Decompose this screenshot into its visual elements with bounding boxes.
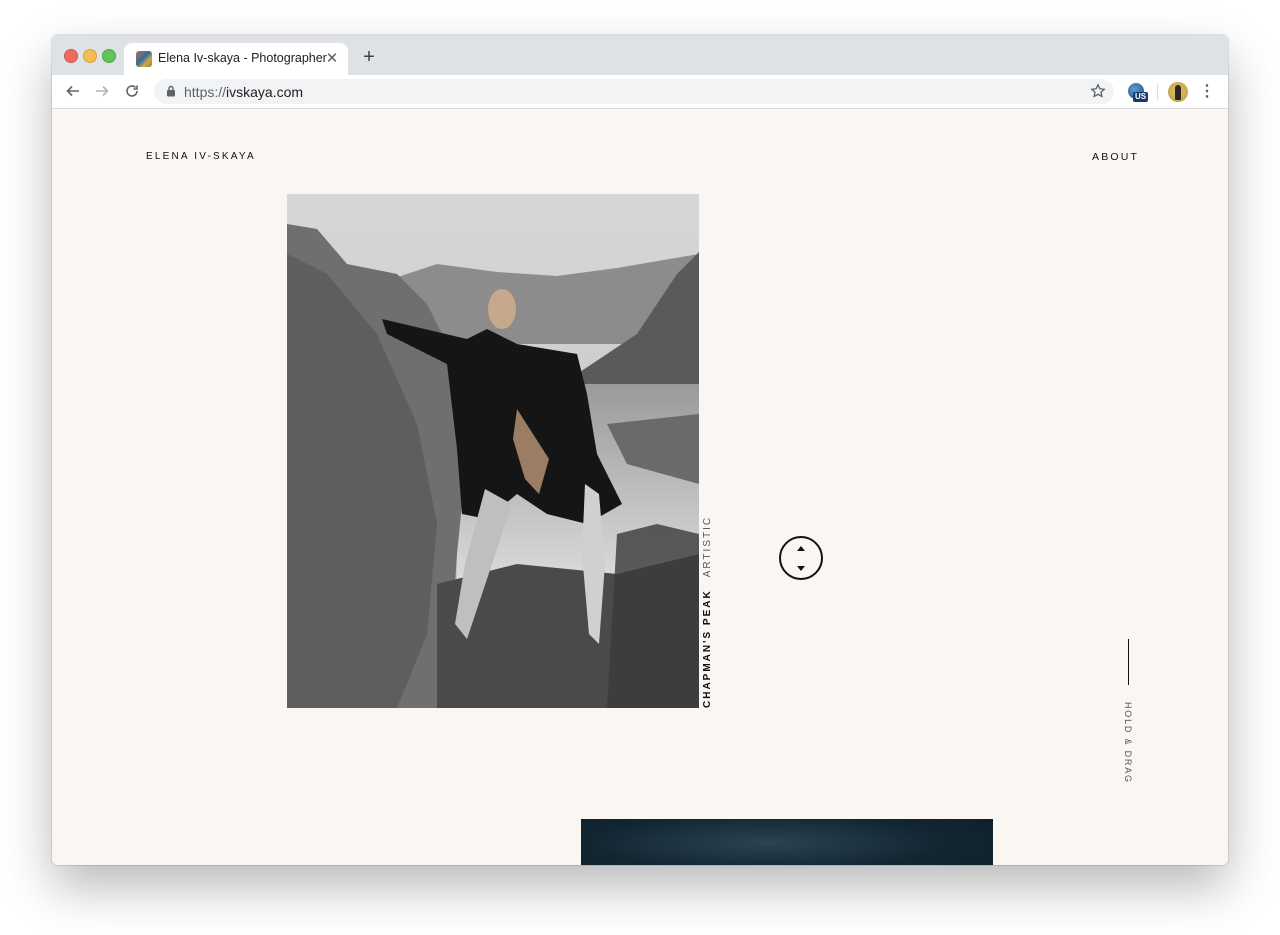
browser-window: Elena Iv-skaya - Photographer ✕ + https:… xyxy=(52,35,1228,865)
url-host: ivskaya.com xyxy=(226,84,304,100)
reload-button[interactable] xyxy=(121,80,143,102)
site-brand-link[interactable]: ELENA IV-SKAYA xyxy=(146,151,256,162)
extension-badge: US xyxy=(1133,92,1149,102)
kebab-icon[interactable]: ⋮ xyxy=(1198,83,1216,101)
featured-photo[interactable] xyxy=(287,194,699,708)
toolbar-divider xyxy=(1157,84,1158,100)
tab-title: Elena Iv-skaya - Photographer xyxy=(158,51,327,65)
hold-drag-label: HOLD & DRAG xyxy=(1123,702,1133,784)
arrow-left-icon xyxy=(66,85,79,97)
close-window-button[interactable] xyxy=(64,49,78,63)
tab-strip: Elena Iv-skaya - Photographer ✕ + xyxy=(52,35,1228,75)
scroll-up-down-control[interactable] xyxy=(779,536,823,580)
caret-up-icon xyxy=(797,546,805,551)
photo-caption[interactable]: CHAPMAN'S PEAK ARTISTIC xyxy=(702,516,713,708)
tab-close-icon[interactable]: ✕ xyxy=(322,49,342,69)
star-icon[interactable] xyxy=(1090,83,1106,99)
next-photo[interactable] xyxy=(581,819,993,865)
caption-title: CHAPMAN'S PEAK xyxy=(702,589,713,708)
url-scheme: https:// xyxy=(184,84,227,100)
about-link[interactable]: ABOUT xyxy=(1092,151,1139,163)
tab-active[interactable]: Elena Iv-skaya - Photographer ✕ xyxy=(124,43,348,75)
favicon-icon xyxy=(136,51,152,67)
browser-toolbar: https://ivskaya.com US ⋮ xyxy=(52,75,1228,109)
address-bar[interactable]: https://ivskaya.com xyxy=(154,79,1114,104)
vpn-extension-button[interactable]: US xyxy=(1128,83,1149,103)
page-content: ELENA IV-SKAYA ABOUT CHAPMAN'S PEAKARTIS… xyxy=(52,109,1228,865)
profile-avatar[interactable] xyxy=(1168,82,1188,102)
forward-button[interactable] xyxy=(91,80,113,102)
zoom-window-button[interactable] xyxy=(102,49,116,63)
url-text: https://ivskaya.com xyxy=(184,84,303,100)
new-tab-button[interactable]: + xyxy=(357,45,381,69)
minimize-window-button[interactable] xyxy=(83,49,97,63)
caret-down-icon xyxy=(797,566,805,571)
caption-tag: ARTISTIC xyxy=(702,515,713,578)
drag-indicator-line xyxy=(1128,639,1129,685)
back-button[interactable] xyxy=(62,80,84,102)
reload-icon xyxy=(126,85,138,97)
lock-icon xyxy=(167,85,175,97)
featured-photo-image xyxy=(287,194,699,708)
arrow-right-icon xyxy=(96,85,109,97)
